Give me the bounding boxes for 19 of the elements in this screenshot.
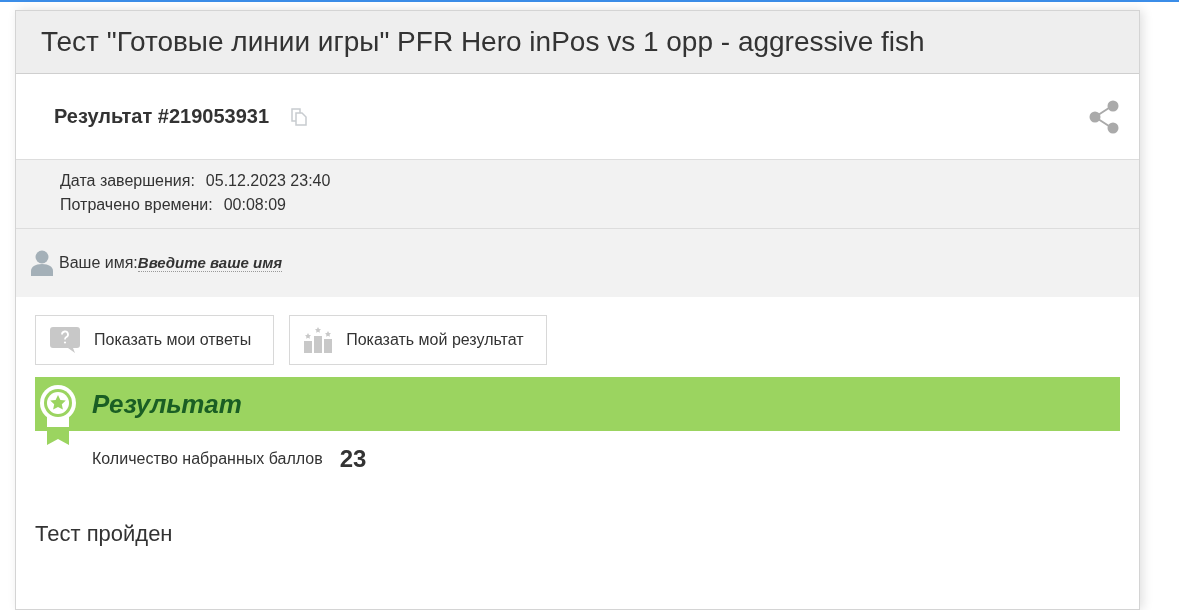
podium-icon [304, 327, 333, 353]
copy-icon[interactable] [291, 107, 307, 126]
info-value: 05.12.2023 23:40 [205, 172, 331, 190]
share-icon[interactable] [1089, 99, 1119, 134]
show-result-button[interactable]: Показать мой результат [289, 315, 547, 365]
info-value: 00:08:09 [223, 196, 286, 214]
page-title: Тест "Готовые линии игры" PFR Hero inPos vs 1 opp - aggressive fish [41, 26, 925, 58]
result-number: Результат #219053931 [54, 105, 269, 128]
test-status: Тест пройден [34, 520, 174, 547]
question-bubble-icon [50, 327, 80, 353]
result-heading: Результат [92, 388, 242, 420]
show-answers-button[interactable]: Показать мои ответы [35, 315, 275, 365]
user-icon [31, 250, 53, 276]
info-label: Потрачено времени: [60, 196, 213, 214]
name-field[interactable]: Введите ваше имя [137, 254, 283, 272]
score-value: 23 [339, 445, 367, 473]
info-label: Дата завершения: [60, 172, 195, 190]
name-label: Ваше имя: [59, 254, 138, 272]
score-label: Количество набранных баллов [92, 450, 323, 468]
